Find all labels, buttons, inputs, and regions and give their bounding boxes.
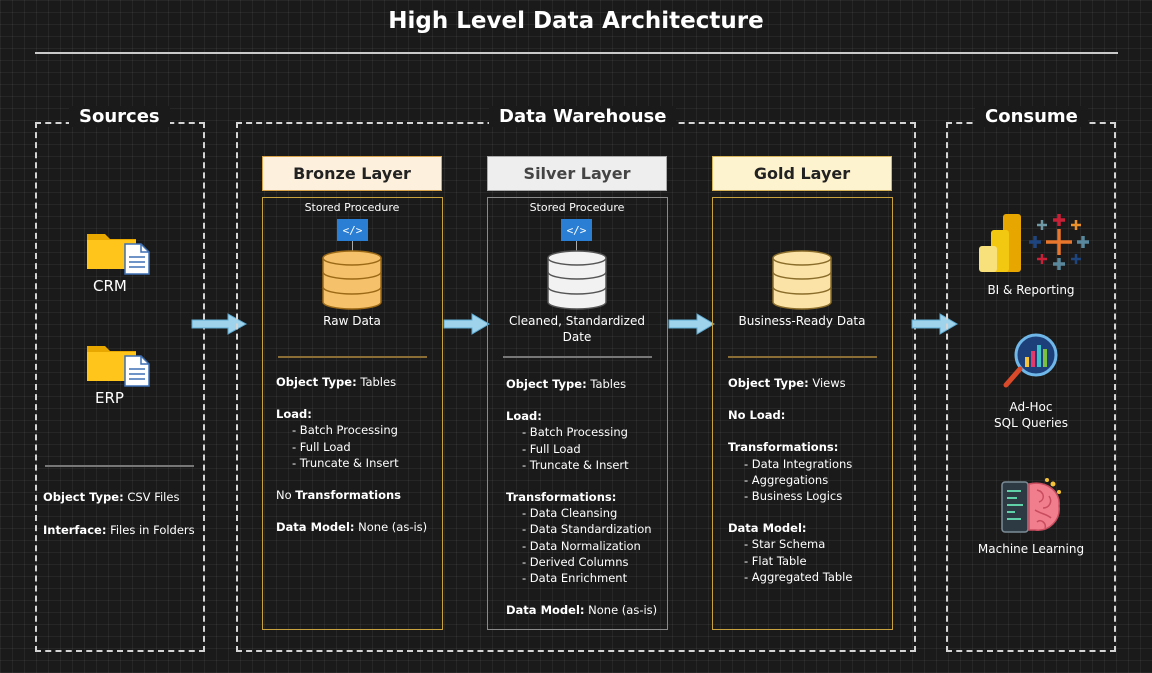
crm-label: CRM (93, 277, 127, 295)
erp-label: ERP (95, 389, 124, 407)
warehouse-label: Data Warehouse (489, 106, 677, 127)
title-divider (35, 52, 1118, 54)
arrow-silver-to-gold (667, 312, 717, 336)
power-bi-icon (977, 212, 1025, 278)
gold-caption: Business-Ready Data (738, 314, 866, 328)
machine-learning-label: Machine Learning (977, 542, 1085, 556)
consume-label: Consume (975, 106, 1088, 127)
silver-stored-procedure-label: Stored Procedure (529, 201, 625, 214)
svg-text:</>: </> (343, 224, 363, 237)
page-title: High Level Data Architecture (388, 8, 764, 34)
sources-label: Sources (69, 106, 170, 127)
machine-learning-brain-icon (1001, 478, 1063, 540)
gold-database-icon (771, 250, 833, 314)
crm-folder-icon (85, 228, 155, 280)
bronze-stored-procedure-label: Stored Procedure (304, 201, 400, 214)
adhoc-label: Ad-Hoc SQL Queries (994, 400, 1068, 430)
analytics-search-icon (1000, 333, 1062, 395)
silver-divider (503, 356, 652, 358)
svg-text:</>: </> (567, 224, 587, 237)
bronze-caption: Raw Data (323, 314, 381, 328)
bi-reporting-label: BI & Reporting (987, 283, 1075, 297)
gold-layer-header: Gold Layer (712, 156, 892, 191)
bronze-info: Object Type: Tables Load: - Batch Proces… (276, 375, 428, 535)
silver-database-icon (546, 250, 608, 314)
silver-layer-header: Silver Layer (487, 156, 667, 191)
silver-info: Object Type: Tables Load: - Batch Proces… (506, 377, 658, 618)
erp-folder-icon (85, 340, 155, 392)
arrow-bronze-to-silver (442, 312, 492, 336)
bronze-database-icon (321, 250, 383, 314)
sources-divider (45, 465, 194, 467)
tableau-icon (1027, 214, 1091, 274)
silver-caption: Cleaned, Standardized Date (509, 314, 645, 344)
bronze-divider (278, 356, 427, 358)
gold-info: Object Type: Views No Load: Transformati… (728, 376, 853, 584)
sources-info: Object Type: CSV Files Interface: Files … (43, 490, 195, 537)
gold-divider (728, 356, 877, 358)
bronze-layer-header: Bronze Layer (262, 156, 442, 191)
